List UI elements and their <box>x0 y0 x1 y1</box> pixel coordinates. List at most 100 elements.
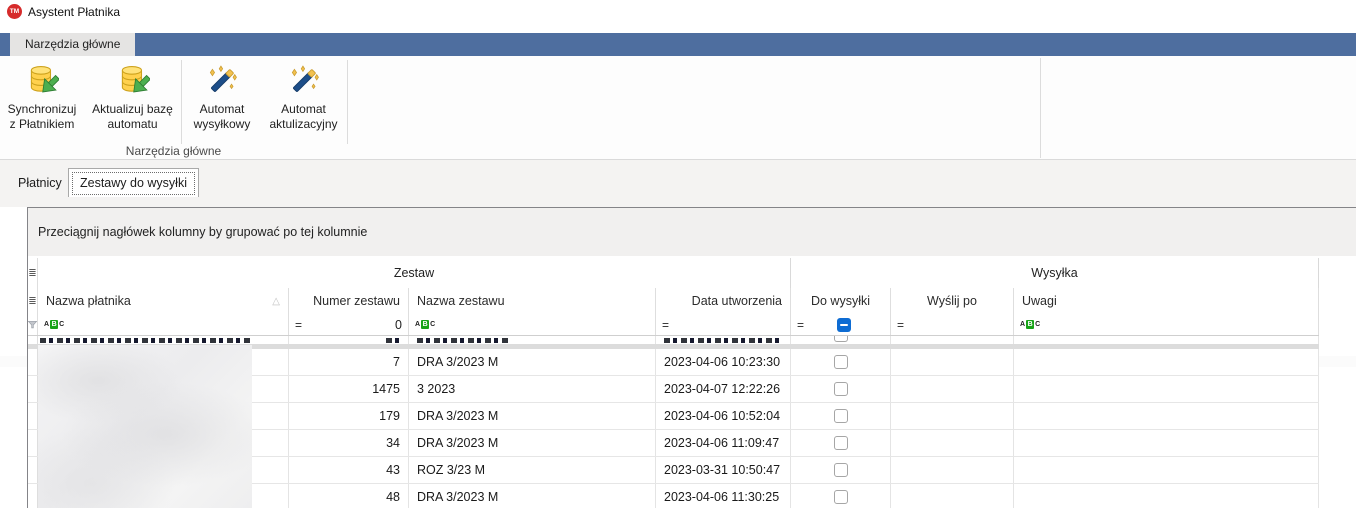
column-header-wyslij-po[interactable]: Wyślij po <box>891 288 1014 314</box>
cell-numer-zestawu: 1475 <box>289 376 409 402</box>
magic-wand-icon <box>205 64 239 98</box>
cell-notes-clipped <box>1014 336 1319 344</box>
group-by-box[interactable]: Przeciągnij nagłówek kolumny by grupować… <box>28 208 1356 256</box>
abc-filter-icon: ABC <box>415 320 435 329</box>
filter-cell-data-utworzenia[interactable]: = <box>656 314 791 335</box>
column-header-uwagi[interactable]: Uwagi <box>1014 288 1319 314</box>
cell-do-wysylki <box>791 484 891 508</box>
cell-wyslij-po <box>891 349 1014 375</box>
column-header-nazwa-platnika[interactable]: Nazwa płatnika △ <box>38 288 289 314</box>
cell-numer-zestawu: 179 <box>289 403 409 429</box>
app-window: TM Asystent Płatnika Narzędzia główne Sy… <box>0 0 1356 508</box>
cell-uwagi <box>1014 403 1319 429</box>
row-indicator <box>28 403 38 429</box>
cell-do-wysylki <box>791 403 891 429</box>
cell-tosend-clipped <box>791 336 891 344</box>
filter-cell-numer-zestawu[interactable]: = 0 <box>289 314 409 335</box>
column-header-nazwa-zestawu[interactable]: Nazwa zestawu <box>409 288 656 314</box>
row-indicator <box>28 484 38 508</box>
ribbon-group-label: Narzędzia główne <box>0 144 347 158</box>
column-header-do-wysylki[interactable]: Do wysyłki <box>791 288 891 314</box>
cell-created-clipped <box>656 336 791 344</box>
cell-uwagi <box>1014 484 1319 508</box>
do-wysylki-checkbox[interactable] <box>834 409 848 423</box>
cell-data-utworzenia: 2023-04-06 11:09:47 <box>656 430 791 456</box>
cell-numer-zestawu: 7 <box>289 349 409 375</box>
indeterminate-checkbox[interactable] <box>837 318 851 332</box>
cell-uwagi <box>1014 349 1319 375</box>
column-header-data-utworzenia[interactable]: Data utworzenia <box>656 288 791 314</box>
filter-funnel-icon[interactable] <box>28 314 38 335</box>
cell-do-wysylki <box>791 376 891 402</box>
automat-aktulizacyjny-button[interactable]: Automataktulizacyjny <box>261 59 346 145</box>
filter-cell-nazwa-zestawu[interactable]: ABC <box>409 314 656 335</box>
cell-number-clipped <box>289 336 409 344</box>
cell-uwagi <box>1014 457 1319 483</box>
row-indicator <box>28 430 38 456</box>
cell-sendafter-clipped <box>891 336 1014 344</box>
row-indicator <box>28 376 38 402</box>
do-wysylki-checkbox[interactable] <box>834 436 848 450</box>
equals-operator-icon[interactable]: = <box>797 318 804 332</box>
cell-payer-clipped <box>38 336 289 344</box>
band-wysylka[interactable]: Wysyłka <box>791 258 1319 288</box>
cell-nazwa-zestawu: DRA 3/2023 M <box>409 430 656 456</box>
clipped-table-row[interactable] <box>28 336 1319 344</box>
button-label: Synchronizujz Płatnikiem <box>8 102 77 132</box>
app-logo-icon: TM <box>7 4 22 19</box>
automat-wysylkowy-button[interactable]: Automatwysyłkowy <box>184 59 260 145</box>
band-header-row: ≣ Zestaw Wysyłka <box>28 258 1319 288</box>
filter-cell-wyslij-po[interactable]: = <box>891 314 1014 335</box>
cell-nazwa-zestawu: DRA 3/2023 M <box>409 403 656 429</box>
censored-payer-names <box>38 345 252 508</box>
magic-wand-icon <box>287 64 321 98</box>
cell-data-utworzenia: 2023-04-06 10:52:04 <box>656 403 791 429</box>
do-wysylki-checkbox[interactable] <box>834 382 848 396</box>
row-indicator <box>28 349 38 375</box>
toolbar-separator <box>347 60 348 144</box>
sort-ascending-icon: △ <box>272 296 280 307</box>
cell-setname-clipped <box>409 336 656 344</box>
update-automat-database-button[interactable]: Aktualizuj bazęautomatu <box>84 59 181 145</box>
cell-nazwa-zestawu: ROZ 3/23 M <box>409 457 656 483</box>
cell-nazwa-zestawu: 3 2023 <box>409 376 656 402</box>
toolbar-separator <box>181 60 182 144</box>
cell-nazwa-zestawu: DRA 3/2023 M <box>409 349 656 375</box>
cell-data-utworzenia: 2023-03-31 10:50:47 <box>656 457 791 483</box>
do-wysylki-checkbox[interactable] <box>834 355 848 369</box>
do-wysylki-checkbox[interactable] <box>834 490 848 504</box>
window-title: Asystent Płatnika <box>28 5 120 19</box>
button-label: Aktualizuj bazęautomatu <box>92 102 173 132</box>
column-header-numer-zestawu[interactable]: Numer zestawu <box>289 288 409 314</box>
cell-data-utworzenia: 2023-04-06 10:23:30 <box>656 349 791 375</box>
do-wysylki-checkbox[interactable] <box>834 463 848 477</box>
equals-operator-icon[interactable]: = <box>295 318 302 332</box>
ribbon-tab-narzedzia-glowne[interactable]: Narzędzia główne <box>10 33 135 56</box>
equals-operator-icon[interactable]: = <box>897 318 904 332</box>
filter-cell-do-wysylki[interactable]: = <box>791 314 891 335</box>
synchronize-with-platnik-button[interactable]: Synchronizujz Płatnikiem <box>2 59 82 145</box>
cell-do-wysylki <box>791 430 891 456</box>
button-label: Automatwysyłkowy <box>194 102 251 132</box>
filter-value[interactable]: 0 <box>395 318 402 332</box>
cell-data-utworzenia: 2023-04-06 11:30:25 <box>656 484 791 508</box>
row-indicator <box>28 336 38 344</box>
database-sync-icon <box>25 64 59 98</box>
tab-zestawy-do-wysylki[interactable]: Zestawy do wysyłki <box>68 168 199 197</box>
cell-nazwa-zestawu: DRA 3/2023 M <box>409 484 656 508</box>
row-indicator <box>28 457 38 483</box>
column-label: Nazwa płatnika <box>46 294 131 308</box>
abc-filter-icon: ABC <box>1020 320 1040 329</box>
filter-cell-uwagi[interactable]: ABC <box>1014 314 1319 335</box>
tab-label: Zestawy do wysyłki <box>80 176 187 190</box>
band-zestaw[interactable]: Zestaw <box>38 258 791 288</box>
cell-wyslij-po <box>891 457 1014 483</box>
tab-platnicy[interactable]: Płatnicy <box>8 170 72 196</box>
cell-numer-zestawu: 34 <box>289 430 409 456</box>
cell-wyslij-po <box>891 430 1014 456</box>
cell-do-wysylki <box>791 349 891 375</box>
filter-cell-nazwa-platnika[interactable]: ABC <box>38 314 289 335</box>
equals-operator-icon[interactable]: = <box>662 318 669 332</box>
auto-filter-row: ABC = 0 ABC = = = ABC <box>28 314 1319 336</box>
row-indicator-icon: ≣ <box>28 288 38 314</box>
